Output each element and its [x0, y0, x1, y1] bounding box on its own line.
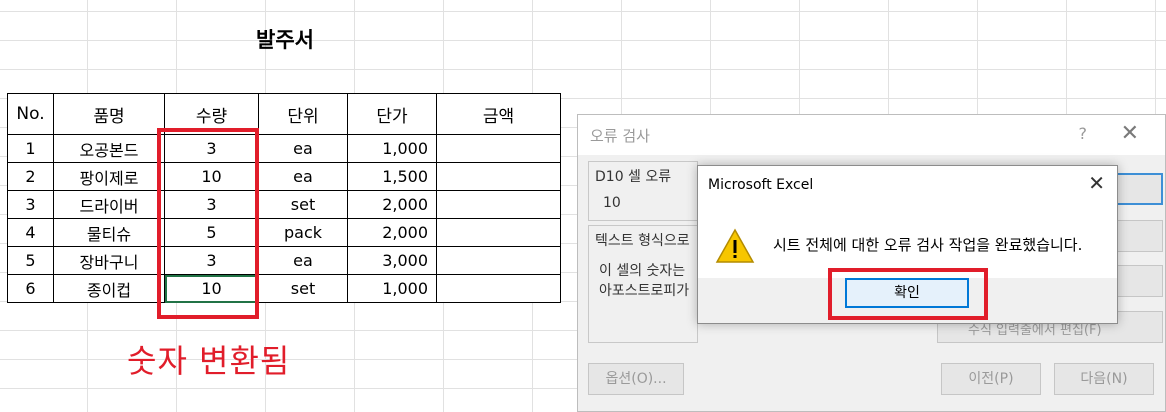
cell-unit-price[interactable]: 1,000 [347, 274, 437, 303]
header-unit-price[interactable]: 단가 [347, 93, 437, 135]
error-dialog-title: 오류 검사 [590, 127, 650, 145]
cell-error-group: D10 셀 오류 10 [588, 161, 698, 221]
header-item-name[interactable]: 품명 [53, 93, 165, 135]
cell-item-name[interactable]: 물티슈 [53, 218, 165, 247]
table-row: 6 종이컵 10 set 1,000 [7, 274, 561, 303]
close-icon[interactable]: ✕ [1088, 171, 1105, 195]
cell-no[interactable]: 4 [7, 218, 54, 247]
cell-unit[interactable]: pack [258, 218, 348, 247]
cell-unit-price[interactable]: 3,000 [347, 246, 437, 275]
cell-item-name[interactable]: 장바구니 [53, 246, 165, 275]
cell-no[interactable]: 1 [7, 134, 54, 163]
cell-unit-price[interactable]: 2,000 [347, 190, 437, 219]
options-button[interactable]: 옵션(O)... [588, 363, 684, 395]
cell-amount[interactable] [436, 190, 561, 219]
cell-amount[interactable] [436, 218, 561, 247]
message-box-title: Microsoft Excel [708, 177, 814, 193]
cell-unit-price[interactable]: 1,000 [347, 134, 437, 163]
cell-unit[interactable]: ea [258, 134, 348, 163]
cell-unit[interactable]: set [258, 274, 348, 303]
error-description-line2: 아포스트로피가 [599, 283, 690, 299]
error-dialog-titlebar[interactable]: 오류 검사 ? ✕ [578, 115, 1165, 155]
cell-unit-price[interactable]: 2,000 [347, 218, 437, 247]
close-icon[interactable]: ✕ [1121, 121, 1139, 146]
table-row: 4 물티슈 5 pack 2,000 [7, 218, 561, 247]
message-text: 시트 전체에 대한 오류 검사 작업을 완료했습니다. [773, 236, 1083, 254]
cell-item-name[interactable]: 드라이버 [53, 190, 165, 219]
ok-button-highlight [828, 268, 988, 320]
cell-amount[interactable] [436, 246, 561, 275]
error-type-label: 텍스트 형식으로 [595, 233, 690, 249]
cell-no[interactable]: 6 [7, 274, 54, 303]
cell-unit[interactable]: ea [258, 162, 348, 191]
cell-amount[interactable] [436, 162, 561, 191]
cell-no[interactable]: 2 [7, 162, 54, 191]
header-amount[interactable]: 금액 [436, 93, 561, 135]
next-button[interactable]: 다음(N) [1054, 363, 1154, 395]
table-row: 1 오공본드 3 ea 1,000 [7, 134, 561, 163]
previous-button[interactable]: 이전(P) [941, 363, 1041, 395]
warning-icon [715, 228, 755, 263]
cell-item-name[interactable]: 오공본드 [53, 134, 165, 163]
order-table: No. 품명 수량 단위 단가 금액 1 오공본드 3 ea 1,000 2 팡… [7, 93, 561, 303]
cell-amount[interactable] [436, 134, 561, 163]
quantity-column-highlight [157, 128, 259, 319]
table-row: 3 드라이버 3 set 2,000 [7, 190, 561, 219]
cell-unit-price[interactable]: 1,500 [347, 162, 437, 191]
header-unit[interactable]: 단위 [258, 93, 348, 135]
cell-error-value: 10 [603, 195, 621, 211]
sheet-title: 발주서 [256, 28, 314, 52]
annotation-text: 숫자 변환됨 [127, 342, 291, 380]
cell-unit[interactable]: set [258, 190, 348, 219]
error-description-line1: 이 셀의 숫자는 [599, 263, 686, 279]
cell-no[interactable]: 3 [7, 190, 54, 219]
cell-amount[interactable] [436, 274, 561, 303]
error-description-group: 텍스트 형식으로 이 셀의 숫자는 아포스트로피가 [588, 225, 698, 343]
cell-error-label: D10 셀 오류 [595, 169, 672, 185]
table-row: 5 장바구니 3 ea 3,000 [7, 246, 561, 275]
help-icon[interactable]: ? [1079, 124, 1088, 143]
table-row: 2 팡이제로 10 ea 1,500 [7, 162, 561, 191]
cell-no[interactable]: 5 [7, 246, 54, 275]
header-no[interactable]: No. [7, 93, 54, 135]
cell-item-name[interactable]: 팡이제로 [53, 162, 165, 191]
cell-item-name[interactable]: 종이컵 [53, 274, 165, 303]
table-header-row: No. 품명 수량 단위 단가 금액 [7, 93, 561, 135]
cell-unit[interactable]: ea [258, 246, 348, 275]
